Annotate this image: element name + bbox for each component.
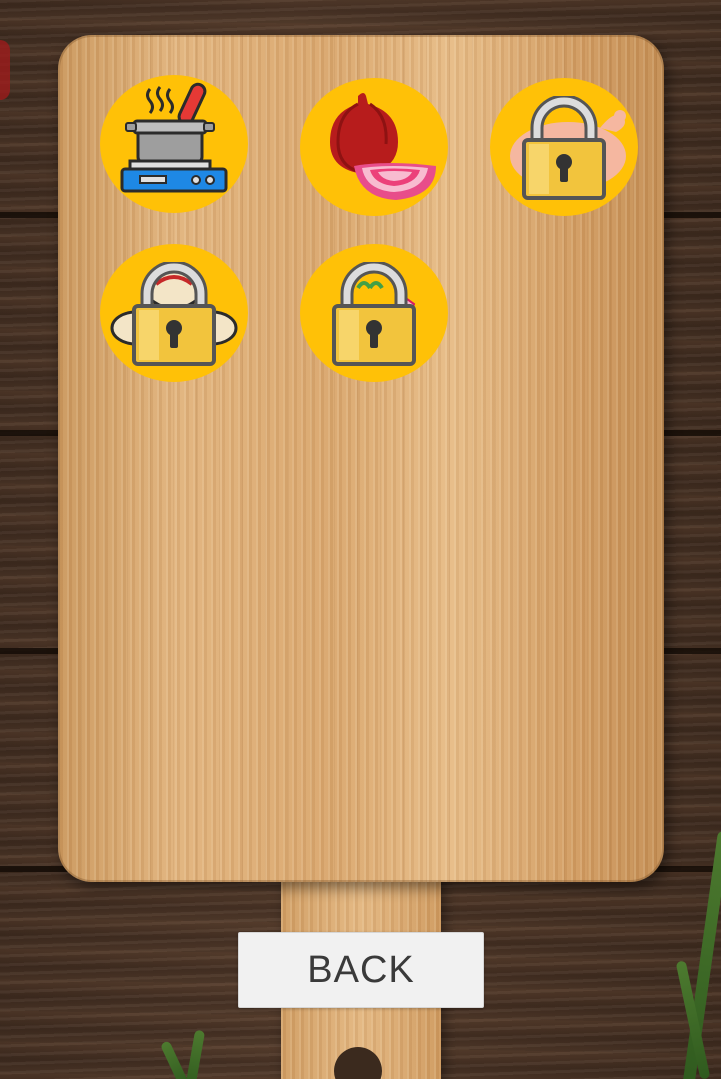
level-1-button[interactable]: 1 bbox=[100, 75, 248, 213]
back-button[interactable]: BACK bbox=[238, 932, 484, 1008]
level-3-button[interactable]: 3 bbox=[490, 78, 638, 216]
red-onion-icon bbox=[330, 93, 436, 200]
game-screen: 1 2 3 bbox=[0, 0, 721, 1079]
padlock-icon bbox=[522, 96, 606, 200]
herb-sprig-left-2 bbox=[184, 1029, 206, 1079]
level-2-button[interactable]: 2 bbox=[300, 78, 448, 216]
padlock-icon bbox=[332, 262, 416, 366]
red-plate-edge bbox=[0, 40, 10, 100]
level-5-button[interactable]: 5 bbox=[300, 244, 448, 382]
cooking-pot-on-stove-icon bbox=[120, 82, 228, 193]
padlock-icon bbox=[132, 262, 216, 366]
herb-sprig-left bbox=[159, 1040, 191, 1079]
level-4-button[interactable]: 4 bbox=[100, 244, 248, 382]
